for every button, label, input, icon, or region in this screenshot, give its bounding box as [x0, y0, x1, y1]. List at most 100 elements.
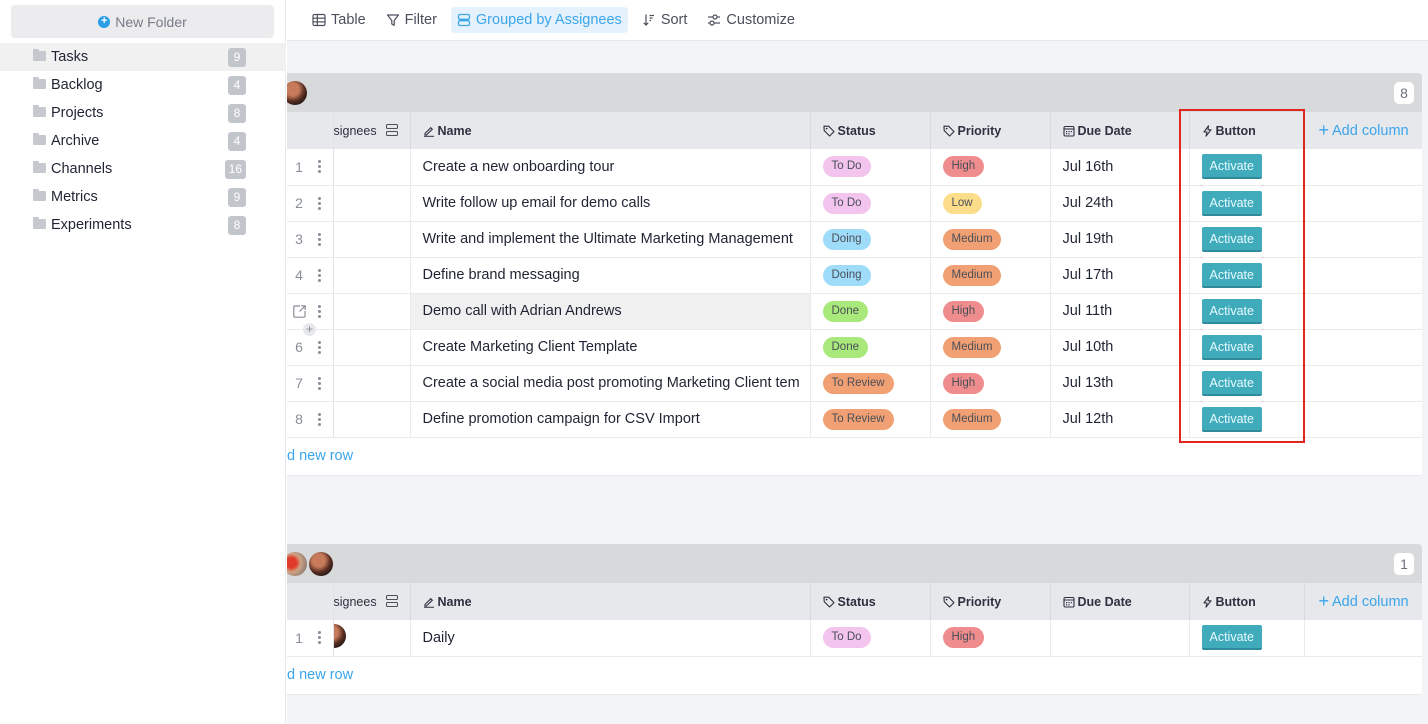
due-date-cell[interactable] — [1050, 620, 1190, 657]
status-cell[interactable]: To Review — [810, 365, 931, 402]
table-row[interactable]: 6 Create Marketing Client Template Done … — [287, 329, 1422, 366]
name-cell[interactable]: Create Marketing Client Template — [410, 329, 811, 366]
row-menu-icon[interactable] — [312, 409, 326, 429]
status-cell[interactable]: Done — [810, 329, 931, 366]
sidebar-folder-experiments[interactable]: Experiments 8 — [0, 211, 286, 239]
add-column-button[interactable]: + Add column — [1304, 583, 1422, 620]
table-view-button[interactable]: Table — [306, 7, 372, 33]
table-row[interactable]: Demo call with Adrian Andrews Done High … — [287, 293, 1422, 330]
priority-cell[interactable]: High — [930, 620, 1051, 657]
column-header-button[interactable]: Button — [1189, 583, 1305, 620]
status-cell[interactable]: To Do — [810, 185, 931, 222]
new-folder-button[interactable]: + New Folder — [11, 5, 274, 38]
group-header[interactable]: 1 — [287, 544, 1422, 583]
sort-button[interactable]: Sort — [636, 7, 694, 33]
status-cell[interactable]: To Do — [810, 149, 931, 186]
priority-cell[interactable]: Low — [930, 185, 1051, 222]
row-menu-icon[interactable] — [312, 265, 326, 285]
assignees-cell[interactable] — [333, 149, 411, 186]
status-cell[interactable]: Doing — [810, 257, 931, 294]
row-menu-icon[interactable] — [312, 229, 326, 249]
table-row[interactable]: 1 Create a new onboarding tour To Do Hig… — [287, 149, 1422, 186]
name-cell[interactable]: Define brand messaging — [410, 257, 811, 294]
due-date-cell[interactable]: Jul 11th — [1050, 293, 1190, 330]
status-cell[interactable]: Done — [810, 293, 931, 330]
table-row[interactable]: 2 Write follow up email for demo calls T… — [287, 185, 1422, 222]
row-menu-icon[interactable] — [312, 628, 326, 648]
priority-cell[interactable]: High — [930, 149, 1051, 186]
priority-cell[interactable]: Medium — [930, 329, 1051, 366]
name-cell[interactable]: Write follow up email for demo calls — [410, 185, 811, 222]
add-column-button[interactable]: + Add column — [1304, 112, 1422, 149]
column-header-assignees[interactable]: signees — [333, 112, 411, 149]
row-menu-icon[interactable] — [312, 157, 326, 177]
due-date-cell[interactable]: Jul 17th — [1050, 257, 1190, 294]
column-header-due-date[interactable]: Due Date — [1050, 112, 1190, 149]
column-header-assignees[interactable]: signees — [333, 583, 411, 620]
sidebar-folder-metrics[interactable]: Metrics 9 — [0, 183, 286, 211]
row-menu-icon[interactable] — [312, 373, 326, 393]
name-cell[interactable]: Daily — [410, 620, 811, 657]
table-row[interactable]: 8 Define promotion campaign for CSV Impo… — [287, 401, 1422, 438]
row-menu-icon[interactable] — [312, 193, 326, 213]
sidebar-folder-archive[interactable]: Archive 4 — [0, 127, 286, 155]
column-header-button[interactable]: Button — [1189, 112, 1305, 149]
column-header-priority[interactable]: Priority — [930, 112, 1051, 149]
due-date-cell[interactable]: Jul 24th — [1050, 185, 1190, 222]
status-cell[interactable]: To Review — [810, 401, 931, 438]
column-header-priority[interactable]: Priority — [930, 583, 1051, 620]
activate-button[interactable]: Activate — [1201, 406, 1262, 432]
name-cell[interactable]: Create a social media post promoting Mar… — [410, 365, 811, 402]
activate-button[interactable]: Activate — [1201, 262, 1262, 288]
assignees-cell[interactable] — [333, 365, 411, 402]
name-cell[interactable]: Create a new onboarding tour — [410, 149, 811, 186]
row-menu-icon[interactable] — [312, 337, 326, 357]
row-menu-icon[interactable] — [312, 301, 326, 321]
column-header-name[interactable]: Name — [410, 112, 811, 149]
status-cell[interactable]: Doing — [810, 221, 931, 258]
assignees-cell[interactable] — [333, 401, 411, 438]
due-date-cell[interactable]: Jul 19th — [1050, 221, 1190, 258]
open-row-icon[interactable] — [292, 304, 307, 319]
due-date-cell[interactable]: Jul 16th — [1050, 149, 1190, 186]
sidebar-folder-backlog[interactable]: Backlog 4 — [0, 71, 286, 99]
due-date-cell[interactable]: Jul 12th — [1050, 401, 1190, 438]
status-cell[interactable]: To Do — [810, 620, 931, 657]
add-new-row-button[interactable]: d new row — [287, 657, 1422, 695]
activate-button[interactable]: Activate — [1201, 190, 1262, 216]
table-row[interactable]: 3 Write and implement the Ultimate Marke… — [287, 221, 1422, 258]
column-header-name[interactable]: Name — [410, 583, 811, 620]
column-header-status[interactable]: Status — [810, 112, 931, 149]
column-header-status[interactable]: Status — [810, 583, 931, 620]
assignees-cell[interactable] — [333, 185, 411, 222]
activate-button[interactable]: Activate — [1201, 298, 1262, 324]
activate-button[interactable]: Activate — [1201, 334, 1262, 360]
due-date-cell[interactable]: Jul 13th — [1050, 365, 1190, 402]
assignees-cell[interactable] — [333, 293, 411, 330]
grouped-by-button[interactable]: Grouped by Assignees — [450, 7, 628, 33]
priority-cell[interactable]: High — [930, 293, 1051, 330]
assignees-cell[interactable] — [333, 620, 411, 657]
priority-cell[interactable]: Medium — [930, 257, 1051, 294]
priority-cell[interactable]: Medium — [930, 401, 1051, 438]
column-header-due-date[interactable]: Due Date — [1050, 583, 1190, 620]
activate-button[interactable]: Activate — [1201, 625, 1262, 651]
sidebar-folder-tasks[interactable]: Tasks 9 — [0, 43, 286, 71]
insert-row-icon[interactable]: + — [303, 323, 316, 336]
assignees-cell[interactable] — [333, 257, 411, 294]
assignees-cell[interactable] — [333, 329, 411, 366]
customize-button[interactable]: Customize — [701, 7, 801, 33]
filter-button[interactable]: Filter — [380, 7, 443, 33]
name-cell[interactable]: Define promotion campaign for CSV Import — [410, 401, 811, 438]
name-cell[interactable]: Demo call with Adrian Andrews — [410, 293, 811, 330]
priority-cell[interactable]: Medium — [930, 221, 1051, 258]
add-new-row-button[interactable]: d new row — [287, 438, 1422, 476]
activate-button[interactable]: Activate — [1201, 370, 1262, 396]
table-row[interactable]: 4 Define brand messaging Doing Medium Ju… — [287, 257, 1422, 294]
sidebar-folder-projects[interactable]: Projects 8 — [0, 99, 286, 127]
table-row[interactable]: 7 Create a social media post promoting M… — [287, 365, 1422, 402]
activate-button[interactable]: Activate — [1201, 226, 1262, 252]
table-row[interactable]: 1 Daily To Do High Activate — [287, 620, 1422, 657]
priority-cell[interactable]: High — [930, 365, 1051, 402]
assignees-cell[interactable] — [333, 221, 411, 258]
